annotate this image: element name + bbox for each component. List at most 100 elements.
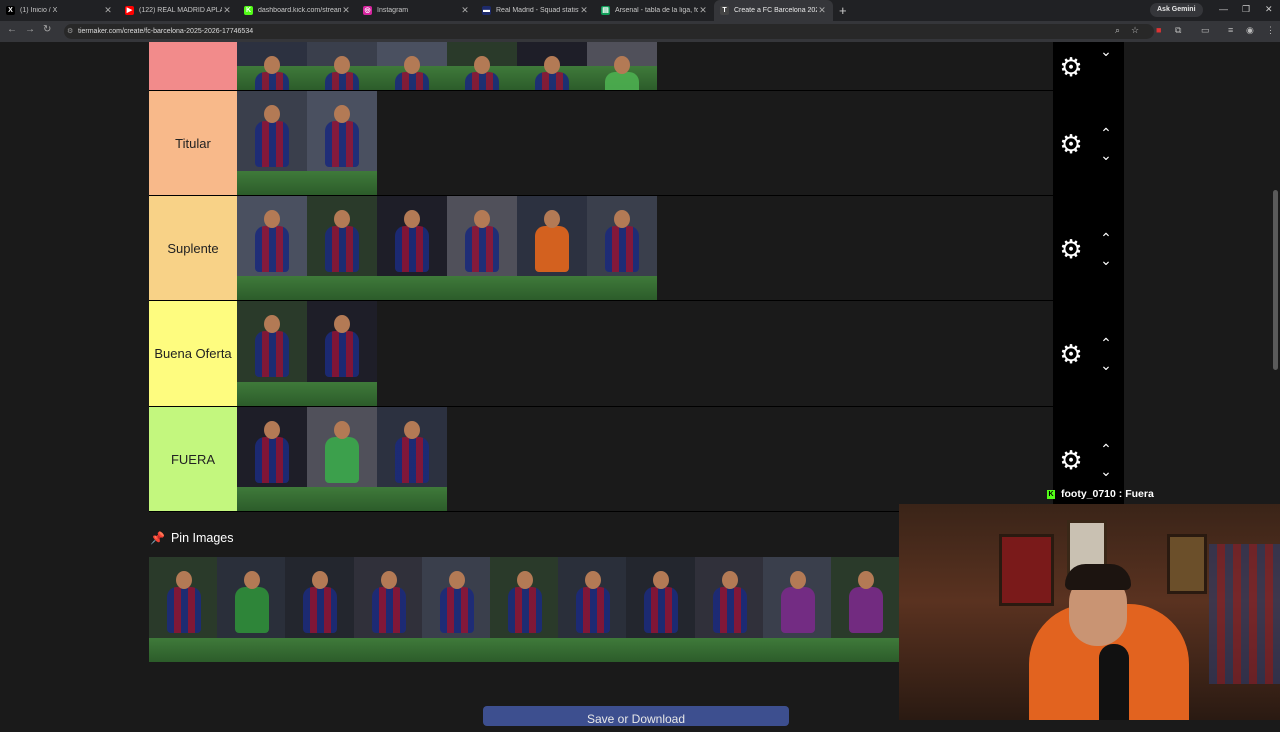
streamer-hair: [1065, 564, 1131, 590]
tier-settings-gear-icon[interactable]: ⚙: [1058, 131, 1084, 157]
player-image[interactable]: [307, 42, 377, 90]
move-tier-up-icon[interactable]: ⌃: [1097, 231, 1115, 245]
page-scrollbar-thumb[interactable]: [1273, 190, 1278, 370]
tab-title: Instagram: [377, 7, 409, 14]
tier-label[interactable]: Buena Oferta: [149, 301, 237, 406]
url-field[interactable]: ⚙ tiermaker.com/create/fc-barcelona-2025…: [64, 24, 1154, 39]
player-image[interactable]: [377, 407, 447, 511]
extensions-puzzle-icon[interactable]: ⧉: [1175, 25, 1181, 36]
move-tier-down-icon[interactable]: ⌄: [1097, 44, 1115, 58]
tier-label[interactable]: Suplente: [149, 196, 237, 300]
browser-tab[interactable]: ▬ Real Madrid - Squad statistics |✕: [476, 0, 595, 21]
move-tier-down-icon[interactable]: ⌄: [1097, 464, 1115, 478]
player-image[interactable]: [587, 196, 657, 300]
browser-tab[interactable]: Kdashboard.kick.com/stream ✕: [238, 0, 357, 21]
menu-icon[interactable]: ⋮: [1266, 25, 1275, 36]
player-image[interactable]: [377, 42, 447, 90]
close-tab-icon[interactable]: ✕: [341, 5, 351, 16]
browser-tab[interactable]: ▤ Arsenal - tabla de la liga, forma...✕: [595, 0, 714, 21]
pool-player-image[interactable]: [285, 557, 354, 662]
pool-player-image[interactable]: [489, 557, 559, 662]
tier-settings-gear-icon[interactable]: ⚙: [1058, 54, 1084, 80]
tier-row: Titular: [149, 91, 1054, 196]
player-image[interactable]: [377, 196, 447, 300]
player-image[interactable]: [237, 42, 307, 90]
restore-icon[interactable]: ❐: [1242, 4, 1250, 15]
pool-player-image[interactable]: [353, 557, 422, 662]
microphone: [1099, 644, 1129, 720]
move-tier-down-icon[interactable]: ⌄: [1097, 358, 1115, 372]
pool-player-image[interactable]: [830, 557, 899, 662]
close-tab-icon[interactable]: ✕: [817, 5, 827, 16]
browser-tab[interactable]: ▶ (122) REAL MADRID APLAZA T...✕: [119, 0, 238, 21]
move-tier-up-icon[interactable]: ⌃: [1097, 126, 1115, 140]
tier-settings-gear-icon[interactable]: ⚙: [1058, 447, 1084, 473]
downloads-icon[interactable]: ≡: [1228, 25, 1233, 35]
wall-frame: [999, 534, 1054, 606]
player-image[interactable]: [307, 196, 377, 300]
ask-gemini-button[interactable]: Ask Gemini: [1150, 3, 1203, 17]
back-icon[interactable]: ←: [7, 24, 17, 35]
close-tab-icon[interactable]: ✕: [222, 5, 232, 16]
move-tier-down-icon[interactable]: ⌄: [1097, 253, 1115, 267]
close-tab-icon[interactable]: ✕: [698, 5, 708, 16]
player-image[interactable]: [237, 196, 307, 300]
site-info-icon[interactable]: ⚙: [67, 24, 73, 39]
chat-text: Fuera: [1125, 488, 1154, 500]
tier-settings-gear-icon[interactable]: ⚙: [1058, 236, 1084, 262]
extension-icon[interactable]: ■: [1156, 25, 1161, 35]
player-image[interactable]: [237, 91, 307, 195]
pool-player-image[interactable]: [694, 557, 763, 662]
tab-title: (122) REAL MADRID APLAZA T...: [139, 7, 222, 14]
move-tier-up-icon[interactable]: ⌃: [1097, 442, 1115, 456]
reload-icon[interactable]: ↻: [43, 24, 51, 35]
player-image[interactable]: [447, 42, 517, 90]
pool-player-image[interactable]: [217, 557, 286, 662]
player-image[interactable]: [307, 407, 377, 511]
tier-images: [237, 196, 657, 300]
zoom-icon[interactable]: ⌕: [1115, 25, 1120, 36]
close-tab-icon[interactable]: ✕: [103, 5, 113, 16]
tier-row: Buena Oferta: [149, 301, 1054, 407]
chat-separator: :: [1115, 488, 1126, 500]
youtube-logo-icon: ▶: [125, 6, 134, 15]
player-image[interactable]: [517, 196, 587, 300]
pool-player-image[interactable]: [149, 557, 218, 662]
browser-tab[interactable]: ◎ Instagram ✕: [357, 0, 476, 21]
tier-label[interactable]: [149, 42, 237, 90]
tier-row: [149, 42, 1054, 91]
player-image[interactable]: [447, 196, 517, 300]
pin-icon: 📌: [150, 531, 165, 545]
bookmark-star-icon[interactable]: ☆: [1131, 25, 1139, 36]
pool-player-image[interactable]: [762, 557, 831, 662]
tier-images: [237, 301, 377, 406]
tier-settings-gear-icon[interactable]: ⚙: [1058, 341, 1084, 367]
tier-label[interactable]: Titular: [149, 91, 237, 195]
side-panel-icon[interactable]: ▭: [1201, 25, 1210, 36]
player-image[interactable]: [307, 301, 377, 406]
player-image[interactable]: [587, 42, 657, 90]
pool-player-image[interactable]: [558, 557, 627, 662]
save-download-button[interactable]: Save or Download: [483, 706, 789, 726]
player-image[interactable]: [237, 407, 307, 511]
pool-player-image[interactable]: [421, 557, 490, 662]
tier-row: Suplente: [149, 196, 1054, 301]
new-tab-icon[interactable]: +: [839, 3, 847, 18]
minimize-icon[interactable]: —: [1219, 4, 1228, 14]
tier-label[interactable]: FUERA: [149, 407, 237, 511]
close-tab-icon[interactable]: ✕: [579, 5, 589, 16]
close-window-icon[interactable]: ✕: [1265, 4, 1273, 15]
move-tier-up-icon[interactable]: ⌃: [1097, 336, 1115, 350]
pool-player-image[interactable]: [626, 557, 695, 662]
move-tier-down-icon[interactable]: ⌄: [1097, 148, 1115, 162]
player-image[interactable]: [307, 91, 377, 195]
profile-avatar-icon[interactable]: ◉: [1246, 25, 1254, 36]
browser-tab[interactable]: T Create a FC Barcelona 2025-20...✕: [714, 0, 833, 21]
player-image[interactable]: [237, 301, 307, 406]
browser-tab-bar: X (1) Inicio / X ✕ ▶ (122) REAL MADRID APLAZ…: [0, 0, 1280, 21]
close-tab-icon[interactable]: ✕: [460, 5, 470, 16]
player-image[interactable]: [517, 42, 587, 90]
browser-tab[interactable]: X (1) Inicio / X ✕: [0, 0, 119, 21]
forward-icon[interactable]: →: [25, 24, 35, 35]
pin-images-heading: 📌 Pin Images: [150, 531, 233, 545]
